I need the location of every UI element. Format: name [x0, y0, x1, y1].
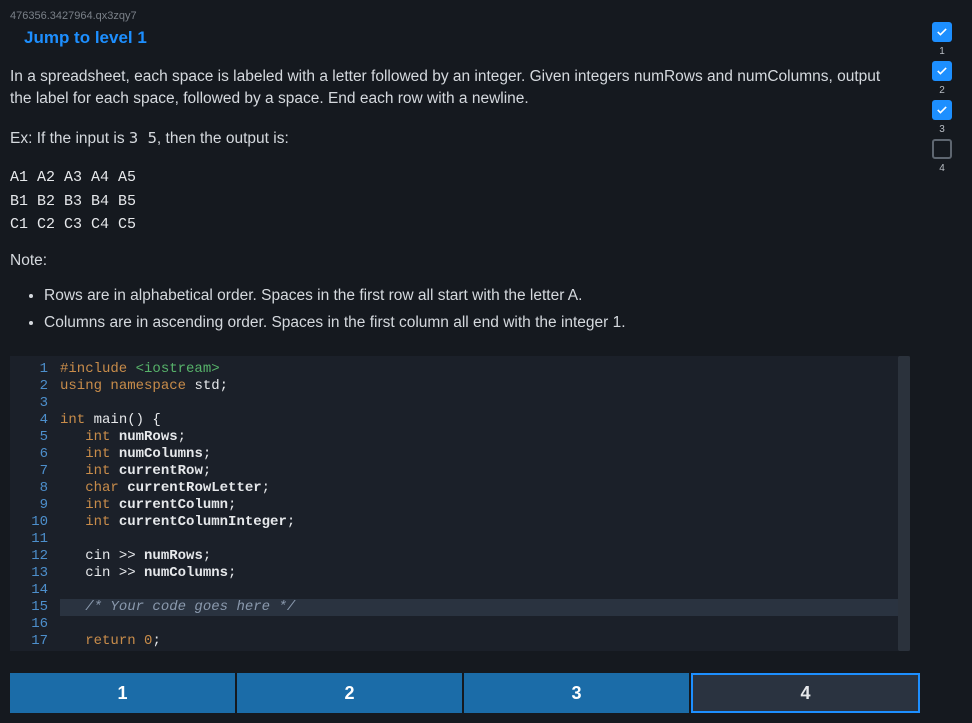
code-line[interactable]: int numRows;: [60, 429, 910, 446]
check-icon[interactable]: [932, 100, 952, 120]
empty-step-icon[interactable]: [932, 139, 952, 159]
editor-scrollbar[interactable]: [898, 356, 910, 651]
note-label: Note:: [10, 252, 962, 270]
level-tab[interactable]: 4: [691, 673, 920, 713]
code-line[interactable]: int main() {: [60, 412, 910, 429]
code-line[interactable]: using namespace std;: [60, 378, 910, 395]
progress-step[interactable]: 3: [932, 100, 952, 135]
note-item: Columns are in ascending order. Spaces i…: [44, 311, 962, 336]
progress-step[interactable]: 1: [932, 22, 952, 57]
note-list: Rows are in alphabetical order. Spaces i…: [44, 284, 962, 336]
check-icon[interactable]: [932, 22, 952, 42]
code-line[interactable]: #include <iostream>: [60, 361, 910, 378]
progress-rail: 1 2 3 4: [930, 22, 954, 174]
activity-hash: 476356.3427964.qx3zqy7: [10, 10, 962, 22]
code-lines[interactable]: #include <iostream>using namespace std; …: [56, 356, 910, 651]
step-number: 1: [939, 46, 945, 57]
code-line[interactable]: char currentRowLetter;: [60, 480, 910, 497]
code-editor[interactable]: 1234567891011121314151617 #include <iost…: [10, 356, 910, 651]
code-line[interactable]: [60, 531, 910, 548]
code-line[interactable]: int currentColumn;: [60, 497, 910, 514]
code-line[interactable]: /* Your code goes here */: [60, 599, 910, 616]
code-line[interactable]: [60, 582, 910, 599]
note-item: Rows are in alphabetical order. Spaces i…: [44, 284, 962, 309]
problem-paragraph: In a spreadsheet, each space is labeled …: [10, 66, 890, 111]
step-number: 4: [939, 163, 945, 174]
jump-to-level-link[interactable]: Jump to level 1: [24, 28, 147, 48]
bottom-tabs: 1234: [10, 673, 920, 713]
example-line: Ex: If the input is 3 5, then the output…: [10, 127, 890, 150]
step-number: 3: [939, 124, 945, 135]
code-line[interactable]: [60, 395, 910, 412]
code-line[interactable]: int currentColumnInteger;: [60, 514, 910, 531]
code-line[interactable]: return 0;: [60, 633, 910, 650]
code-gutter: 1234567891011121314151617: [10, 356, 56, 651]
code-line[interactable]: int numColumns;: [60, 446, 910, 463]
level-tab[interactable]: 2: [237, 673, 462, 713]
level-tab[interactable]: 3: [464, 673, 689, 713]
level-tab[interactable]: 1: [10, 673, 235, 713]
code-line[interactable]: cin >> numRows;: [60, 548, 910, 565]
progress-step[interactable]: 2: [932, 61, 952, 96]
code-line[interactable]: int currentRow;: [60, 463, 910, 480]
example-output: A1 A2 A3 A4 A5 B1 B2 B3 B4 B5 C1 C2 C3 C…: [10, 166, 962, 236]
progress-step[interactable]: 4: [932, 139, 952, 174]
step-number: 2: [939, 85, 945, 96]
code-line[interactable]: [60, 616, 910, 633]
check-icon[interactable]: [932, 61, 952, 81]
code-line[interactable]: cin >> numColumns;: [60, 565, 910, 582]
